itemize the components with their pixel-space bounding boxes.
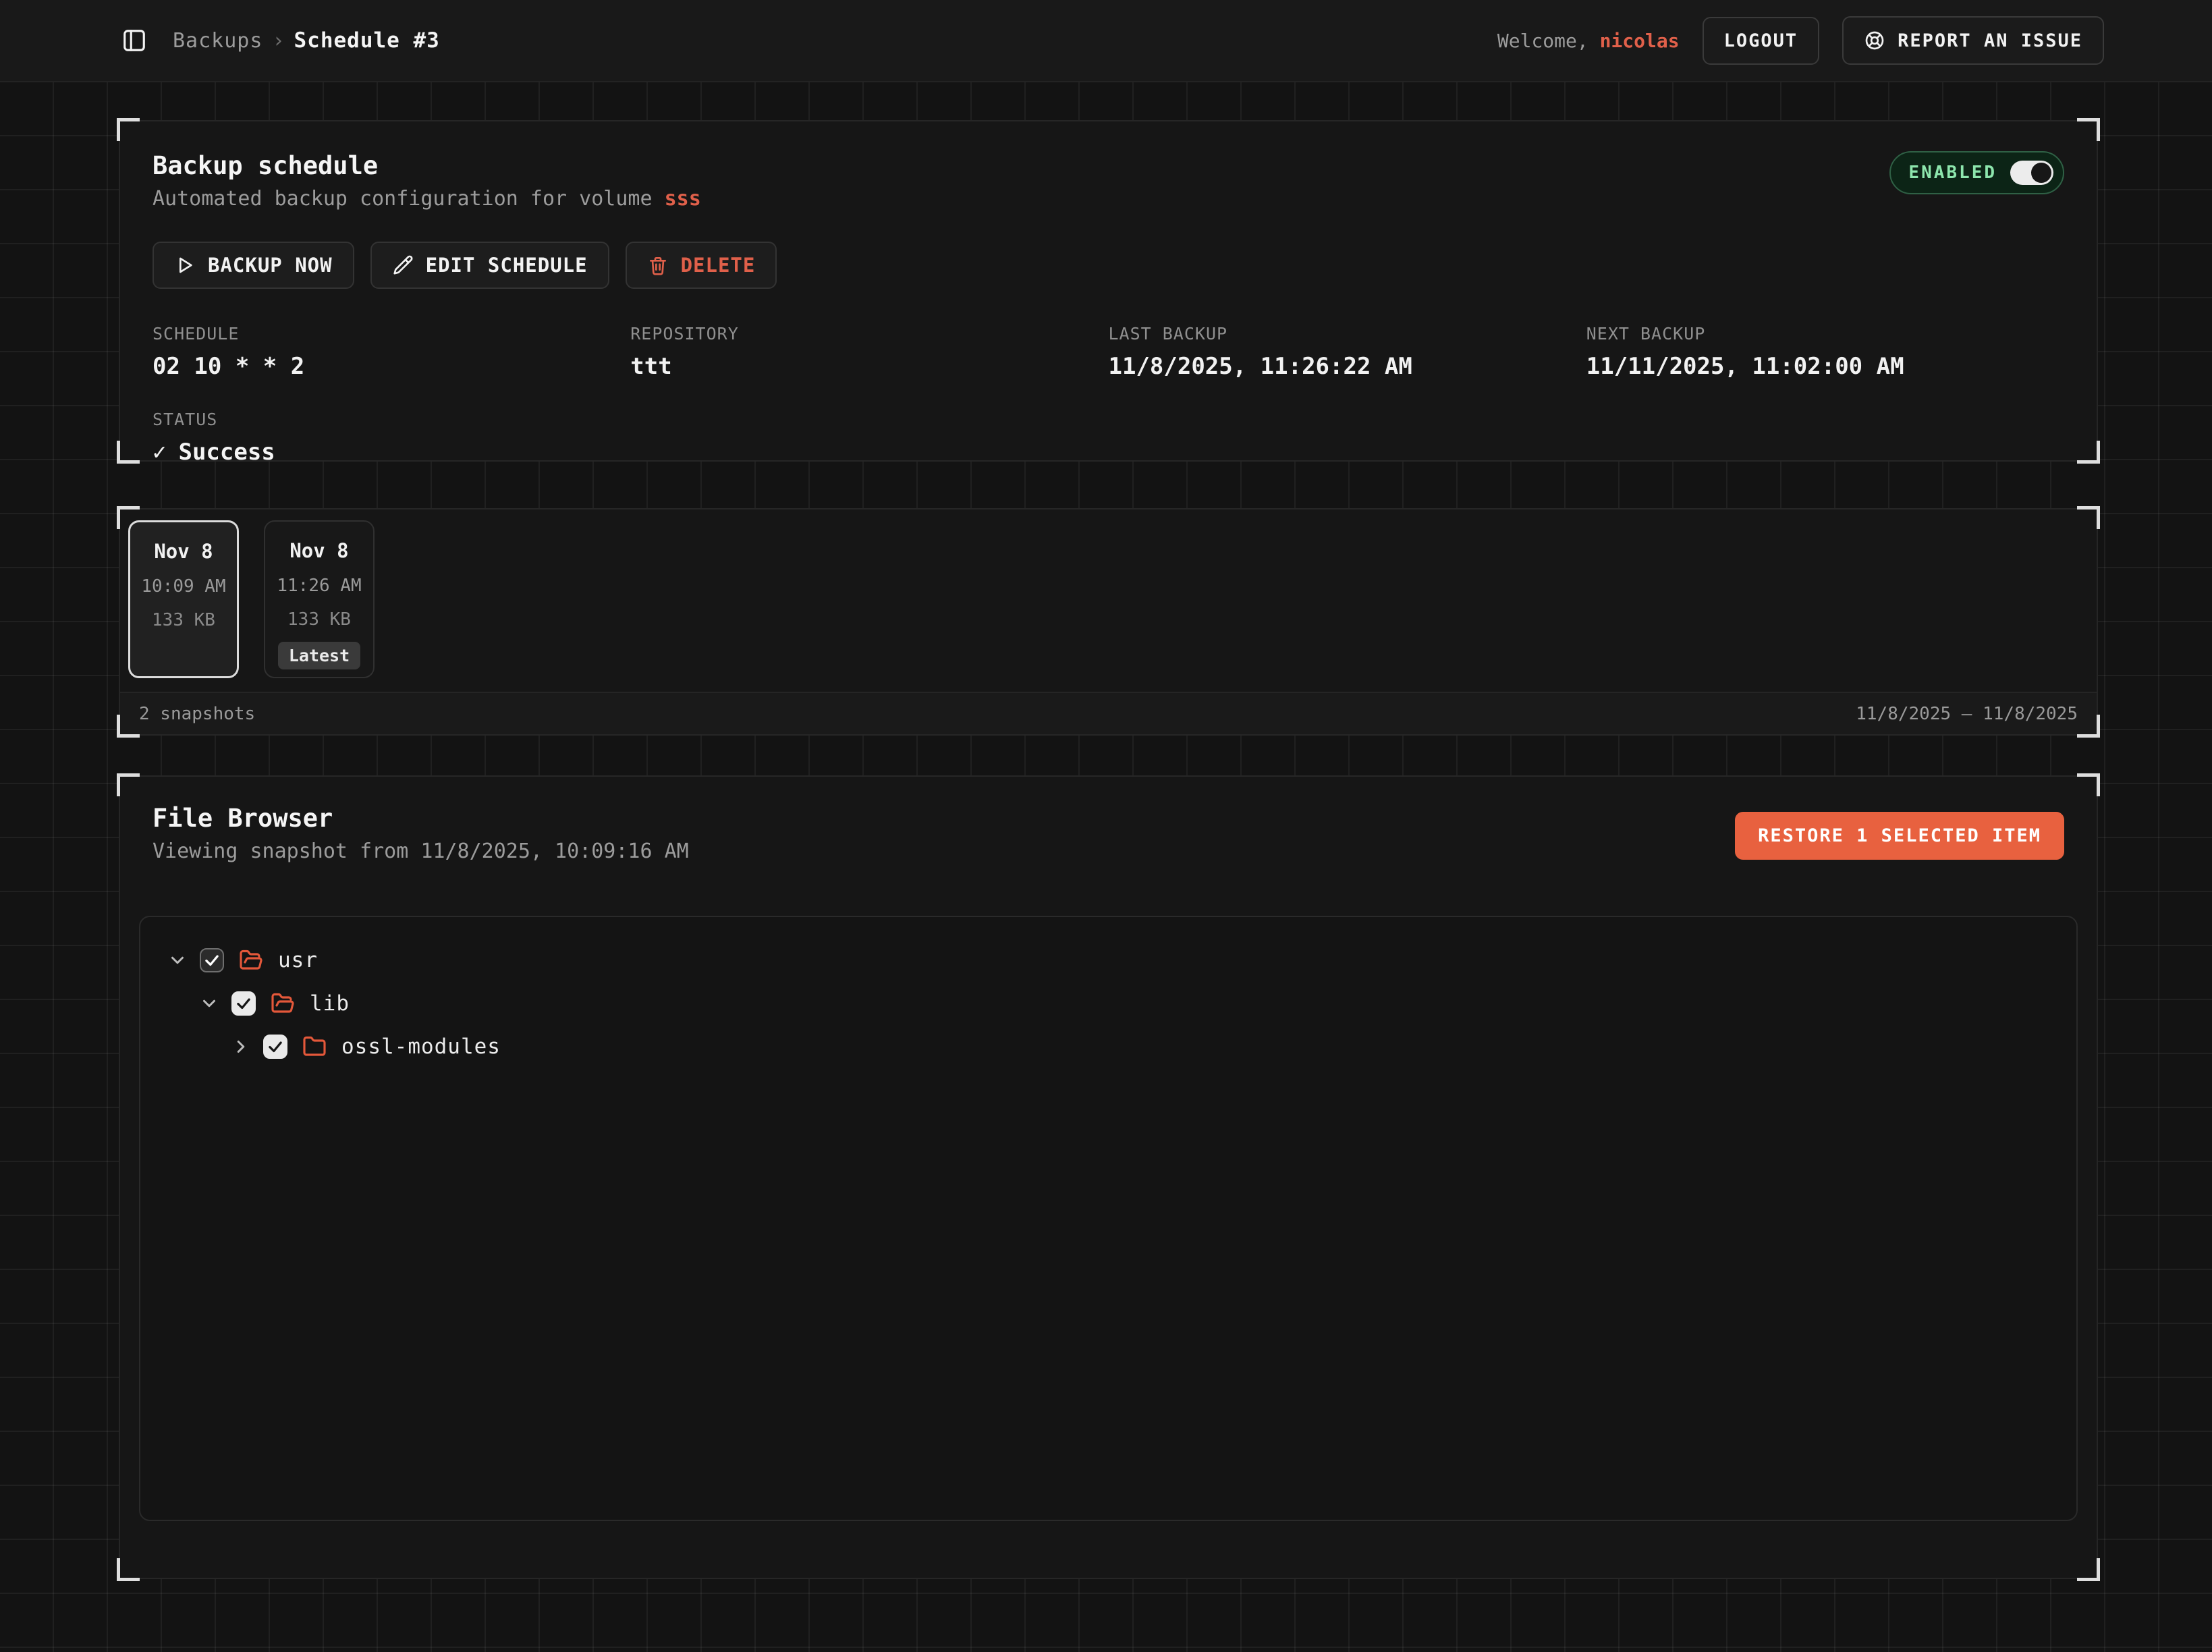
file-tree: usr lib ossl-modules: [139, 916, 2078, 1521]
volume-name: sss: [665, 187, 701, 211]
snapshot-date: Nov 8: [289, 539, 348, 562]
breadcrumb: Backups › Schedule #3: [173, 28, 440, 53]
field-next-backup: NEXT BACKUP 11/11/2025, 11:02:00 AM: [1586, 324, 2064, 380]
checkbox-checked[interactable]: [263, 1035, 287, 1059]
backup-now-button[interactable]: BACKUP NOW: [153, 242, 354, 289]
status-value: ✓ Success: [153, 439, 2064, 466]
field-label: LAST BACKUP: [1109, 324, 1586, 343]
field-label: SCHEDULE: [153, 324, 630, 343]
check-icon: ✓: [153, 439, 166, 466]
field-label: NEXT BACKUP: [1586, 324, 2064, 343]
schedule-card-subtitle: Automated backup configuration for volum…: [153, 187, 701, 211]
file-browser-title: File Browser: [153, 804, 689, 833]
play-icon: [174, 254, 196, 276]
corner-bracket-br: [2077, 441, 2100, 464]
enabled-switch[interactable]: [2010, 161, 2053, 185]
corner-bracket-tl: [117, 506, 140, 529]
snapshot-size: 133 KB: [152, 610, 215, 630]
field-label: REPOSITORY: [630, 324, 1108, 343]
logout-button[interactable]: LOGOUT: [1703, 17, 1820, 65]
field-status: STATUS ✓ Success: [153, 410, 2064, 466]
folder-open-icon: [239, 948, 263, 972]
snapshot-item-selected[interactable]: Nov 8 10:09 AM 133 KB: [128, 520, 239, 678]
username: nicolas: [1600, 30, 1680, 52]
checkbox-checked[interactable]: [231, 991, 256, 1016]
enabled-label: ENABLED: [1908, 163, 1997, 183]
snapshots-card: Nov 8 10:09 AM 133 KB Nov 8 11:26 AM 133…: [119, 508, 2098, 736]
field-value: 11/8/2025, 11:26:22 AM: [1109, 353, 1586, 380]
schedule-card-title: Backup schedule: [153, 151, 701, 180]
field-last-backup: LAST BACKUP 11/8/2025, 11:26:22 AM: [1109, 324, 1586, 380]
file-browser-card: File Browser Viewing snapshot from 11/8/…: [119, 775, 2098, 1579]
breadcrumb-parent[interactable]: Backups: [173, 29, 262, 53]
schedule-fields: SCHEDULE 02 10 * * 2 REPOSITORY ttt LAST…: [153, 324, 2064, 380]
tree-row-ossl-modules[interactable]: ossl-modules: [161, 1025, 2056, 1068]
corner-bracket-bl: [117, 441, 140, 464]
snapshot-size: 133 KB: [287, 609, 351, 630]
check-icon: [235, 995, 252, 1012]
tree-row-lib[interactable]: lib: [161, 982, 2056, 1025]
breadcrumb-current: Schedule #3: [294, 28, 440, 53]
corner-bracket-tl: [117, 118, 140, 141]
file-browser-subtitle: Viewing snapshot from 11/8/2025, 10:09:1…: [153, 839, 689, 863]
tree-item-name: usr: [278, 948, 318, 972]
check-icon: [267, 1038, 284, 1055]
breadcrumb-separator-icon: ›: [262, 29, 294, 53]
field-value: ttt: [630, 353, 1108, 380]
tree-item-name: ossl-modules: [341, 1035, 501, 1059]
pencil-icon: [392, 254, 414, 276]
tree-row-usr[interactable]: usr: [161, 939, 2056, 982]
corner-bracket-tr: [2077, 506, 2100, 529]
corner-bracket-tr: [2077, 773, 2100, 796]
snapshot-time: 11:26 AM: [277, 576, 361, 596]
main-content: Backup schedule Automated backup configu…: [0, 82, 2212, 1579]
field-schedule: SCHEDULE 02 10 * * 2: [153, 324, 630, 380]
top-bar: Backups › Schedule #3 Welcome, nicolas L…: [0, 0, 2212, 82]
snapshot-date-range: 11/8/2025 – 11/8/2025: [1856, 704, 2078, 724]
enabled-toggle-pill[interactable]: ENABLED: [1889, 151, 2064, 194]
snapshot-count: 2 snapshots: [139, 704, 255, 724]
lifebuoy-icon: [1864, 30, 1885, 51]
chevron-down-icon[interactable]: [199, 993, 219, 1014]
edit-schedule-button[interactable]: EDIT SCHEDULE: [370, 242, 609, 289]
status-text: Success: [178, 439, 275, 466]
field-repository: REPOSITORY ttt: [630, 324, 1108, 380]
corner-bracket-br: [2077, 1558, 2100, 1581]
latest-badge: Latest: [278, 642, 360, 669]
checkbox-mixed[interactable]: [200, 948, 224, 972]
field-value: 11/11/2025, 11:02:00 AM: [1586, 353, 2064, 380]
snapshot-date: Nov 8: [154, 540, 213, 563]
field-value: 02 10 * * 2: [153, 353, 630, 380]
report-issue-button[interactable]: REPORT AN ISSUE: [1842, 16, 2104, 65]
corner-bracket-bl: [117, 1558, 140, 1581]
chevron-right-icon[interactable]: [231, 1037, 251, 1057]
folder-closed-icon: [302, 1035, 327, 1059]
trash-icon: [647, 254, 669, 276]
delete-button[interactable]: DELETE: [626, 242, 777, 289]
corner-bracket-tr: [2077, 118, 2100, 141]
corner-bracket-tl: [117, 773, 140, 796]
snapshot-list: Nov 8 10:09 AM 133 KB Nov 8 11:26 AM 133…: [120, 510, 2097, 692]
restore-selected-button[interactable]: RESTORE 1 SELECTED ITEM: [1735, 812, 2064, 860]
folder-open-icon: [271, 991, 295, 1016]
corner-bracket-bl: [117, 715, 140, 738]
switch-knob: [2031, 163, 2051, 183]
snapshot-time: 10:09 AM: [141, 576, 225, 597]
corner-bracket-br: [2077, 715, 2100, 738]
backup-schedule-card: Backup schedule Automated backup configu…: [119, 120, 2098, 462]
snapshots-footer: 2 snapshots 11/8/2025 – 11/8/2025: [120, 692, 2097, 734]
status-label: STATUS: [153, 410, 2064, 429]
chevron-down-icon[interactable]: [167, 950, 188, 970]
tree-item-name: lib: [310, 991, 350, 1016]
sidebar-toggle-icon[interactable]: [121, 28, 147, 53]
snapshot-item[interactable]: Nov 8 11:26 AM 133 KB Latest: [264, 520, 375, 678]
welcome-text: Welcome, nicolas: [1497, 30, 1680, 52]
check-icon: [203, 952, 221, 969]
